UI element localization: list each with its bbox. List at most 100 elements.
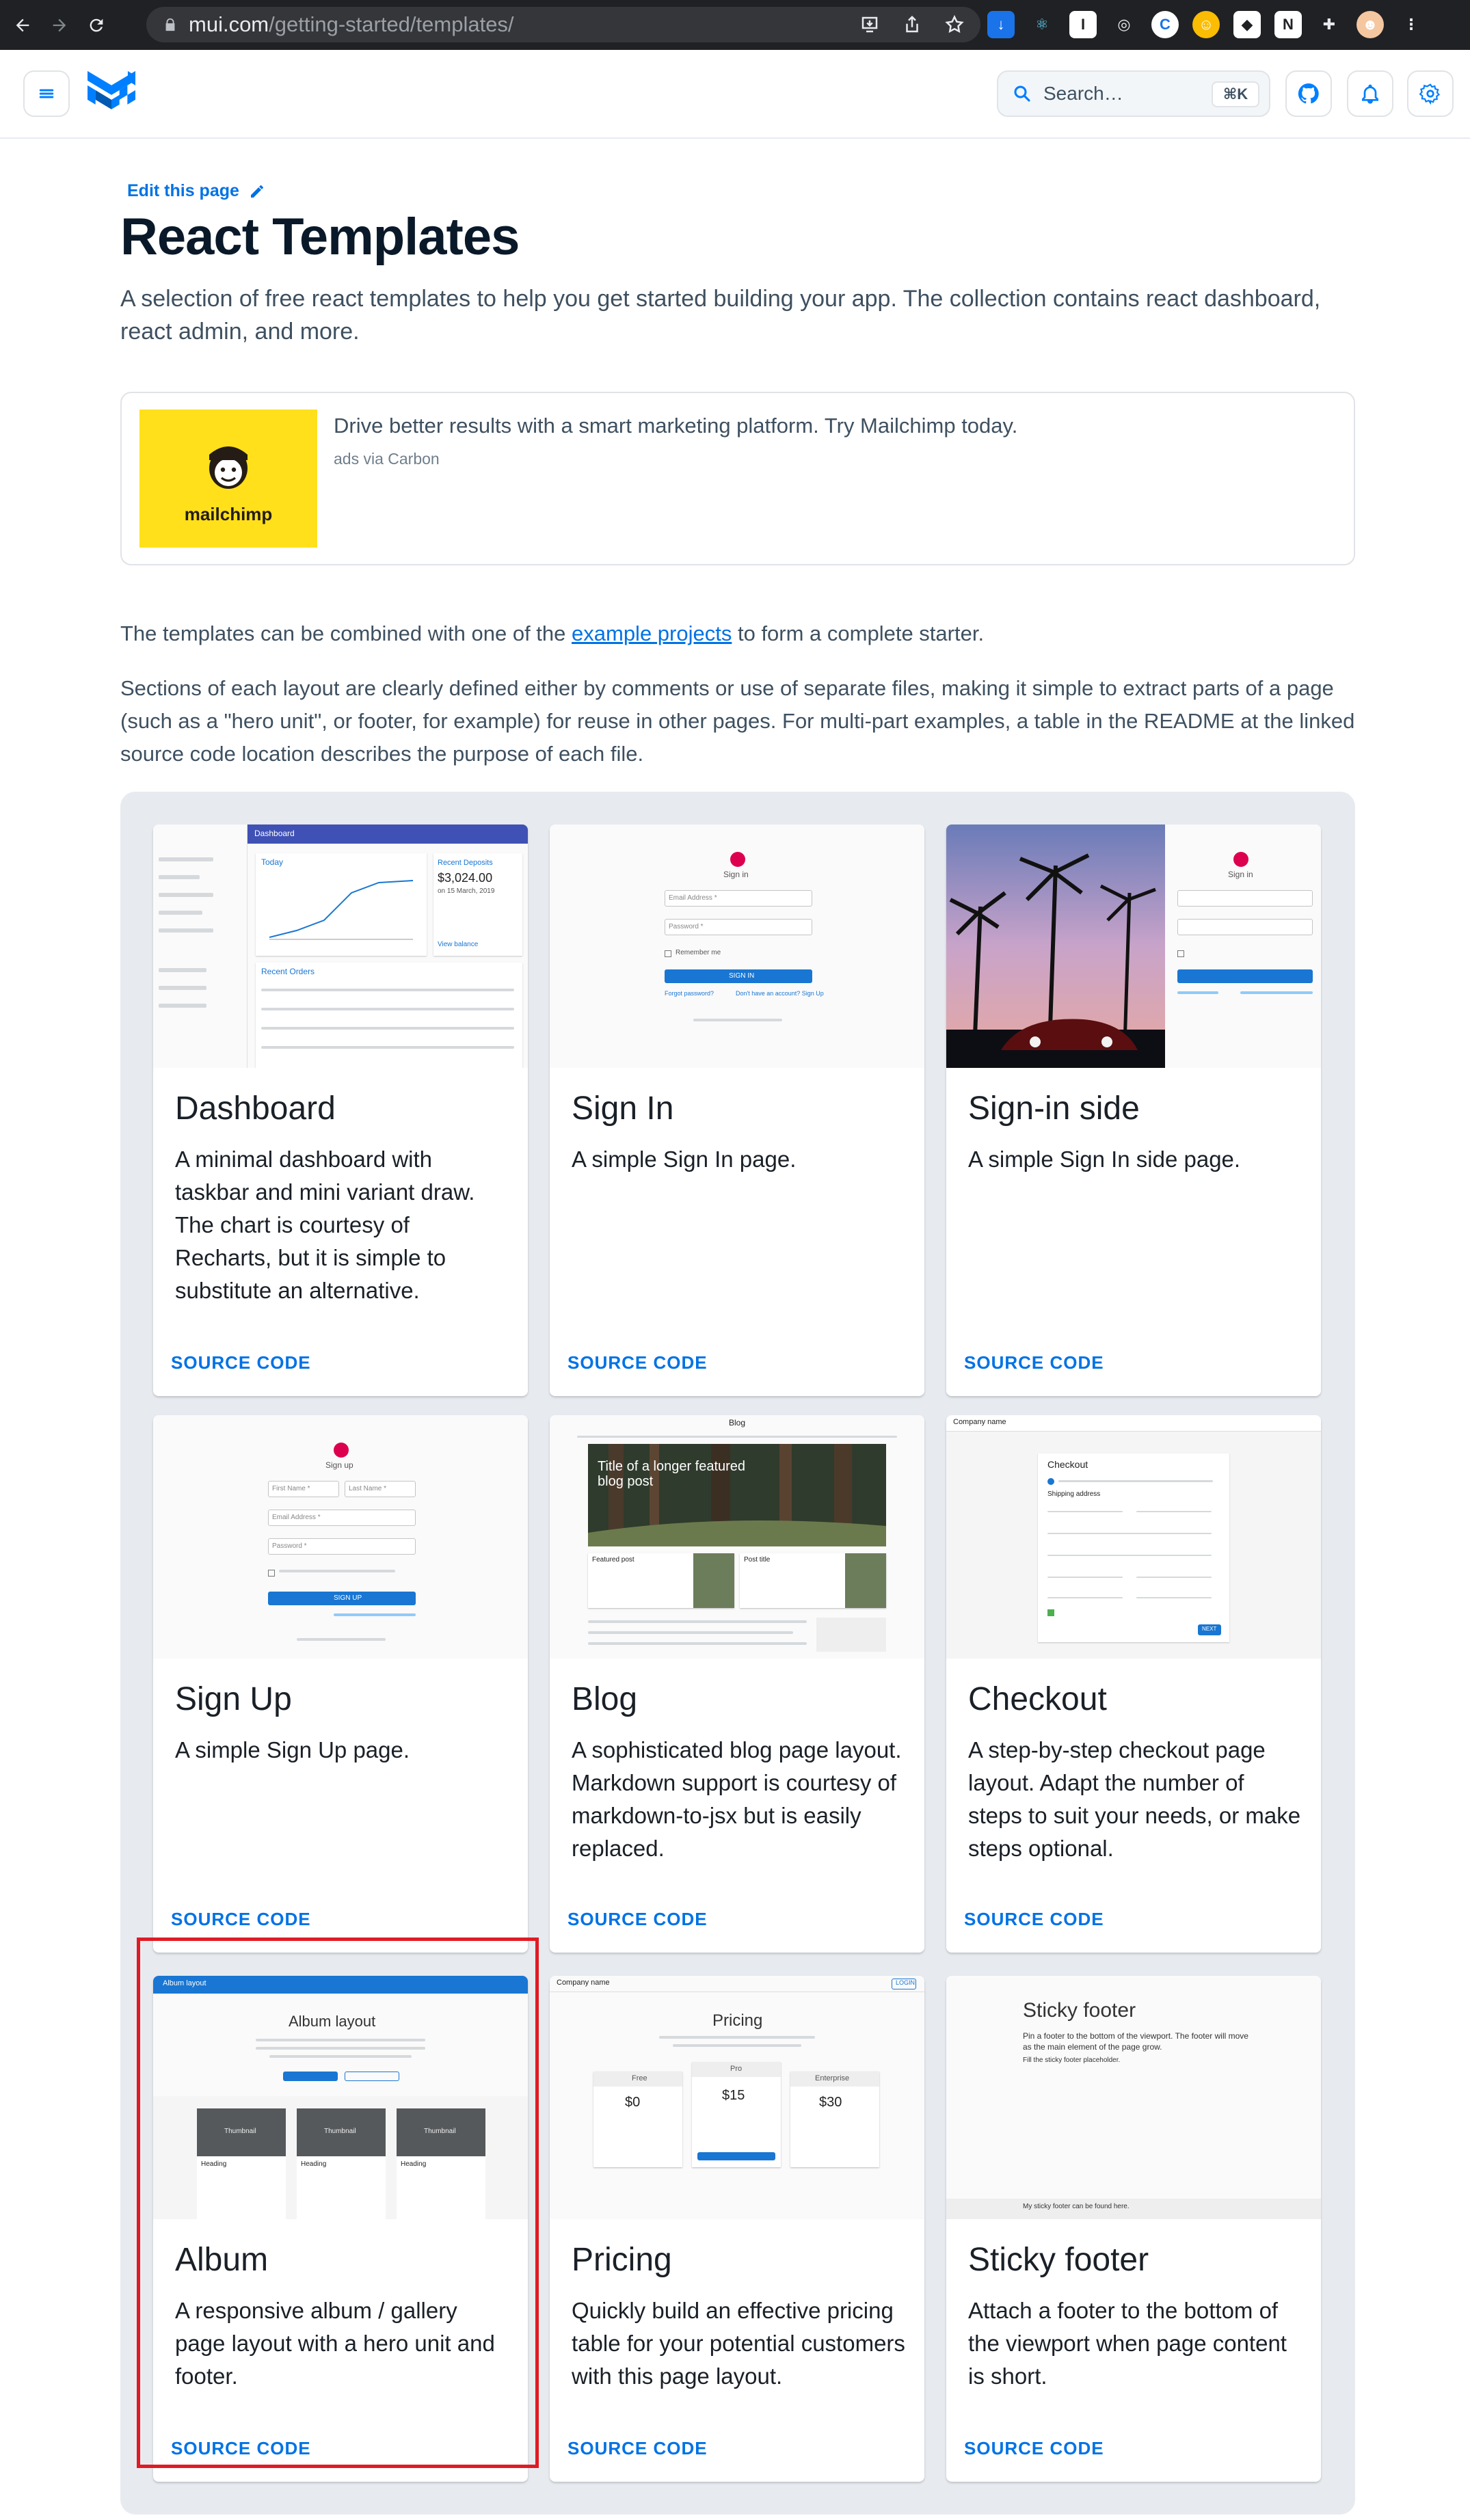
extension-download-icon[interactable]: ↓ [987,11,1015,38]
mui-logo[interactable] [88,70,135,114]
card-description: Attach a footer to the bottom of the vie… [968,2298,1287,2389]
pencil-icon [250,185,263,198]
thumb-sticky-placeholder: Fill the sticky footer placeholder. [1023,2056,1121,2064]
mailchimp-logo[interactable]: mailchimp [139,410,317,548]
extension-i-icon[interactable]: I [1069,11,1097,38]
page-title: React Templates [120,208,520,266]
pricing-thumbnail[interactable]: Company name LOGIN Pricing Free $0 Pro $… [550,1976,924,2219]
extension-c-icon[interactable]: C [1151,11,1179,38]
thumb-sticky-footer: My sticky footer can be found here. [1023,2203,1130,2210]
thumb-signup-password: Password * [272,1542,307,1550]
card-description: A simple Sign Up page. [175,1737,410,1762]
site-header: Search… ⌘K [0,50,1470,139]
source-code-link[interactable]: SOURCE CODE [964,1352,1104,1373]
freddie-icon [209,446,248,489]
url-host: mui.com [189,12,269,36]
sign-up-thumbnail[interactable]: Sign up First Name * Last Name * Email A… [153,1415,528,1659]
intro-paragraph: The templates can be combined with one o… [120,617,984,650]
source-code-link[interactable]: SOURCE CODE [171,1352,311,1373]
notifications-button[interactable] [1347,70,1393,117]
source-code-link[interactable]: SOURCE CODE [171,1909,311,1930]
carbon-ad[interactable]: mailchimp Drive better results with a sm… [120,392,1355,565]
thumb-signin-label: Sign in [723,870,749,879]
sticky-footer-thumbnail[interactable]: Sticky footer Pin a footer to the bottom… [946,1976,1321,2219]
extensions-puzzle-icon[interactable]: ✚ [1315,11,1343,38]
thumb-pricing-tier-3: Enterprise [815,2074,850,2082]
thumb-dashboard-today: Today [261,857,284,867]
card-title: Checkout [968,1681,1107,1717]
mailchimp-wordmark: mailchimp [184,503,273,524]
edit-page-link[interactable]: Edit this page [127,181,265,201]
card-description: A simple Sign In page. [572,1147,797,1172]
search-input[interactable]: Search… ⌘K [997,70,1270,117]
thumb-checkout-shipping: Shipping address [1047,1490,1101,1498]
thumb-blog-title: Title of a longer featured blog post [598,1459,746,1489]
extension-target-icon[interactable]: ◎ [1110,11,1138,38]
ad-via-carbon[interactable]: ads via Carbon [334,450,440,468]
menu-dots-icon[interactable]: ⋮ [1398,11,1425,38]
thumb-signin-button: SIGN IN [729,972,755,980]
hamburger-icon [39,89,54,98]
checkout-thumbnail[interactable]: Company name Checkout Shipping address N… [946,1415,1321,1659]
thumb-blog-featured: Featured post [592,1556,634,1564]
thumb-blog-bar: Blog [729,1418,746,1427]
address-bar[interactable]: mui.com/getting-started/templates/ [146,7,980,42]
settings-button[interactable] [1407,70,1454,117]
share-icon[interactable] [900,12,924,37]
template-card-checkout[interactable]: Company name Checkout Shipping address N… [946,1415,1321,1953]
template-card-sign-in-side[interactable]: Sign in Sign-in side A simple Sign In si… [946,825,1321,1396]
sign-in-thumbnail[interactable]: Sign in Email Address * Password * Remem… [550,825,924,1068]
thumb-dashboard-bar: Dashboard [254,829,295,838]
source-code-link[interactable]: SOURCE CODE [964,1909,1104,1930]
github-button[interactable] [1285,70,1332,117]
menu-button[interactable] [23,70,70,117]
extension-cube-icon[interactable]: ◆ [1233,11,1261,38]
dashboard-thumbnail[interactable]: Dashboard Today Recent Deposits $3,024.0… [153,825,528,1068]
intro-text-after: to form a complete starter. [732,621,985,645]
extension-notion-icon[interactable]: N [1274,11,1302,38]
thumb-signup-email: Email Address * [272,1514,321,1521]
lock-icon [165,18,175,31]
template-card-sticky-footer[interactable]: Sticky footer Pin a footer to the bottom… [946,1976,1321,2482]
thumb-checkout-heading: Checkout [1047,1459,1088,1470]
gear-icon [1419,83,1441,105]
thumb-dashboard-deposits-date: on 15 March, 2019 [438,887,495,895]
star-icon[interactable] [942,12,967,37]
template-card-pricing[interactable]: Company name LOGIN Pricing Free $0 Pro $… [550,1976,924,2482]
browser-toolbar: mui.com/getting-started/templates/ ↓ ⚛ I… [0,0,1470,50]
ad-text[interactable]: Drive better results with a smart market… [334,414,1017,438]
thumb-signup-first: First Name * [272,1485,310,1492]
url-path: /getting-started/templates/ [269,12,514,36]
thumb-signup-label: Sign up [325,1460,353,1470]
edit-page-label: Edit this page [127,181,239,200]
blog-thumbnail[interactable]: Blog Title of a longer featured blog pos… [550,1415,924,1659]
extension-react-icon[interactable]: ⚛ [1028,11,1056,38]
palm-trees-image [946,825,1165,1068]
github-icon [1298,83,1319,104]
card-title: Blog [572,1681,638,1717]
forward-icon[interactable] [45,11,74,40]
source-code-link[interactable]: SOURCE CODE [567,1909,708,1930]
template-card-dashboard[interactable]: Dashboard Today Recent Deposits $3,024.0… [153,825,528,1396]
template-card-sign-up[interactable]: Sign up First Name * Last Name * Email A… [153,1415,528,1953]
templates-grid: Dashboard Today Recent Deposits $3,024.0… [120,792,1355,2515]
profile-avatar[interactable]: ☻ [1357,11,1384,38]
template-card-sign-in[interactable]: Sign in Email Address * Password * Remem… [550,825,924,1396]
source-code-link[interactable]: SOURCE CODE [567,2438,708,2459]
reload-icon[interactable] [82,11,111,40]
sign-in-side-thumbnail[interactable]: Sign in [946,825,1321,1068]
thumb-signin-forgot: Forgot password? [665,990,714,997]
example-projects-link[interactable]: example projects [572,621,732,645]
thumb-dashboard-deposits: Recent Deposits [438,859,493,867]
thumb-pricing-tier-1: Free [632,2074,647,2082]
thumb-checkout-company: Company name [953,1418,1006,1426]
back-icon[interactable] [8,11,37,40]
thumb-signup-button: SIGN UP [334,1594,362,1602]
thumb-dashboard-orders: Recent Orders [261,967,315,976]
extension-face-icon[interactable]: ☺ [1192,11,1220,38]
install-icon[interactable] [857,12,882,37]
template-card-blog[interactable]: Blog Title of a longer featured blog pos… [550,1415,924,1953]
thumb-pricing-company: Company name [557,1979,610,1987]
source-code-link[interactable]: SOURCE CODE [567,1352,708,1373]
source-code-link[interactable]: SOURCE CODE [964,2438,1104,2459]
